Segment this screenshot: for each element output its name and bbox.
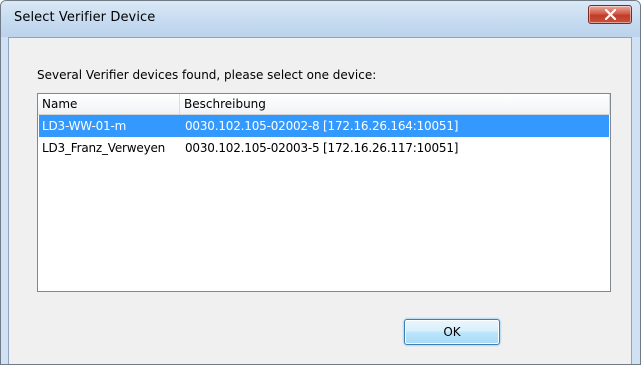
ok-button[interactable]: OK: [404, 319, 500, 345]
list-item[interactable]: LD3_Franz_Verweyen 0030.102.105-02003-5 …: [39, 137, 609, 159]
window-title: Select Verifier Device: [14, 10, 156, 25]
device-description: 0030.102.105-02002-8 [172.16.26.164:1005…: [185, 119, 459, 133]
dialog-body: Several Verifier devices found, please s…: [8, 37, 632, 364]
dialog-window: Select Verifier Device Several Verifier …: [0, 0, 641, 365]
list-item[interactable]: LD3-WW-01-m 0030.102.105-02002-8 [172.16…: [39, 115, 609, 137]
device-name: LD3_Franz_Verweyen: [42, 141, 166, 155]
device-list[interactable]: Name Beschreibung LD3-WW-01-m 0030.102.1…: [37, 93, 611, 292]
device-description: 0030.102.105-02003-5 [172.16.26.117:1005…: [185, 141, 459, 155]
close-button[interactable]: [588, 5, 632, 24]
column-header-beschreibung[interactable]: Beschreibung: [180, 94, 610, 114]
prompt-text: Several Verifier devices found, please s…: [37, 68, 377, 82]
title-bar[interactable]: Select Verifier Device: [1, 1, 640, 37]
column-header-name[interactable]: Name: [38, 94, 180, 114]
close-icon: [604, 9, 617, 20]
list-header: Name Beschreibung: [38, 94, 610, 115]
device-name: LD3-WW-01-m: [42, 119, 127, 133]
